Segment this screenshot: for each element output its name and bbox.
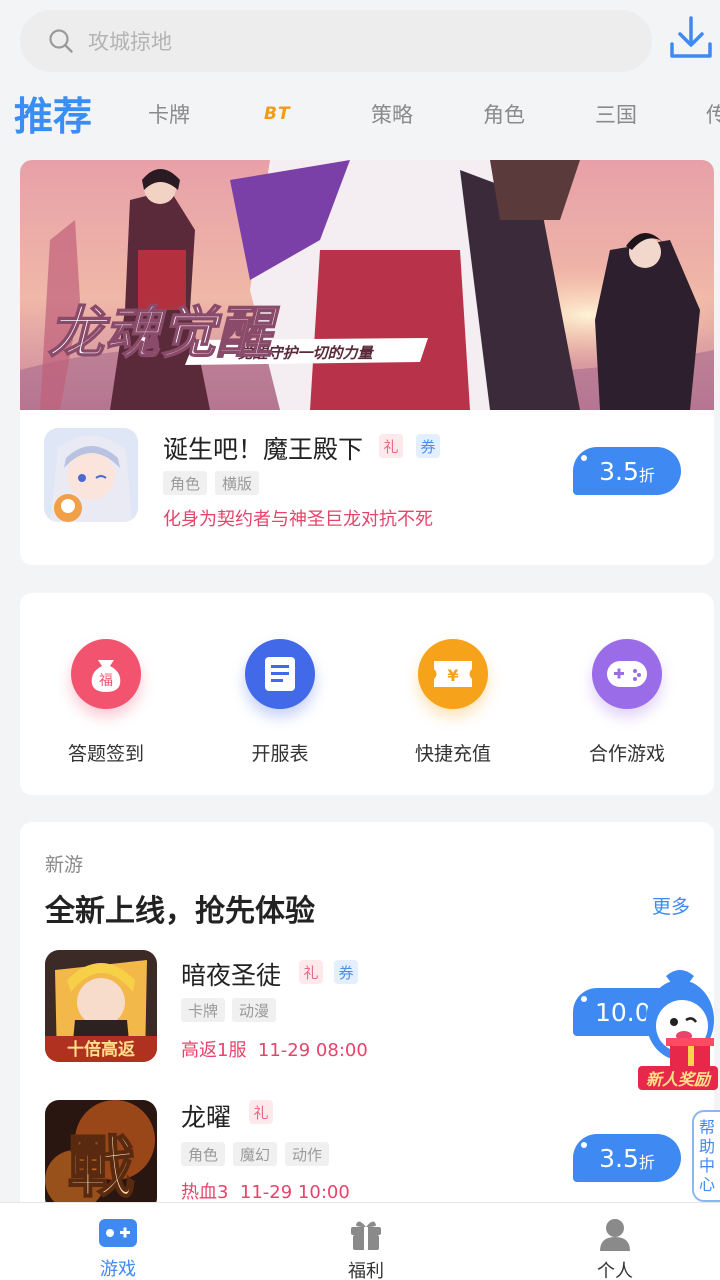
category-tabs: 推荐 卡牌 BT 策略 角色 三国 传 xyxy=(0,82,720,146)
gamepad-icon xyxy=(98,1217,138,1249)
section-tag: 新游 xyxy=(45,854,84,876)
search-bar[interactable]: 攻城掠地 xyxy=(20,10,652,72)
game-icon: 戰 xyxy=(45,1100,157,1212)
nav-games[interactable]: 游戏 xyxy=(58,1203,178,1280)
newbie-reward-float[interactable]: 新人奖励 xyxy=(636,968,720,1094)
tab-recommend[interactable]: 推荐 xyxy=(14,82,92,146)
document-list-icon xyxy=(245,639,315,709)
discount-button[interactable]: 3.5 折 xyxy=(573,447,681,495)
svg-text:福: 福 xyxy=(99,673,113,689)
nav-label: 游戏 xyxy=(100,1259,136,1280)
tab-legend[interactable]: 传 xyxy=(706,82,720,146)
nav-label: 福利 xyxy=(348,1261,384,1280)
game-icon: 十倍高返 xyxy=(45,950,157,1062)
qa-label: 开服表 xyxy=(251,743,309,765)
qa-server-list[interactable]: 开服表 xyxy=(210,639,350,766)
discount-value: 3.5 xyxy=(599,456,639,486)
qa-recharge[interactable]: ¥ 快捷充值 xyxy=(383,639,523,766)
help-center-float[interactable]: 帮助中心 xyxy=(692,1110,720,1202)
game-tag: 角色 xyxy=(163,471,208,495)
tab-strategy[interactable]: 策略 xyxy=(371,82,413,146)
game-tag: 动漫 xyxy=(232,998,277,1022)
download-icon[interactable] xyxy=(668,14,714,62)
open-server-info: 热血3 11-29 10:00 xyxy=(181,1178,350,1204)
qa-label: 快捷充值 xyxy=(414,743,491,765)
game-icon xyxy=(44,428,138,522)
qa-partner-games[interactable]: 合作游戏 xyxy=(557,639,697,766)
qa-label: 答题签到 xyxy=(67,743,144,765)
server-time: 11-29 08:00 xyxy=(257,1040,368,1061)
coupon-badge: 券 xyxy=(334,960,358,984)
dot-indicator xyxy=(581,1142,587,1148)
discount-unit: 折 xyxy=(638,466,655,485)
game-tag: 横版 xyxy=(215,471,260,495)
discount-value: 3.5 xyxy=(599,1143,639,1173)
tab-three-kingdoms[interactable]: 三国 xyxy=(595,82,637,146)
reward-label: 新人奖励 xyxy=(646,1070,712,1089)
icon-caption: 十倍高返 xyxy=(67,1039,135,1060)
lucky-bag-icon: 福 xyxy=(71,639,141,709)
game-title: 诞生吧！魔王殿下 xyxy=(163,435,364,464)
discount-unit: 折 xyxy=(638,1153,655,1172)
search-icon xyxy=(49,29,73,53)
game-tag: 动作 xyxy=(285,1142,330,1166)
game-title: 暗夜圣徒 xyxy=(181,961,282,990)
nav-profile[interactable]: 个人 xyxy=(555,1203,675,1280)
gamepad-icon xyxy=(592,639,662,709)
discount-button[interactable]: 3.5 折 xyxy=(573,1134,681,1182)
game-title: 龙曜 xyxy=(181,1103,232,1132)
coupon-badge: 券 xyxy=(416,434,440,458)
nav-label: 个人 xyxy=(597,1261,633,1280)
tab-card[interactable]: 卡牌 xyxy=(148,82,190,146)
qa-check-in[interactable]: 福 答题签到 xyxy=(36,639,176,766)
server-time: 11-29 10:00 xyxy=(239,1182,350,1203)
game-description: 化身为契约者与神圣巨龙对抗不死 xyxy=(163,509,433,530)
list-item[interactable]: 十倍高返 暗夜圣徒 礼 券 卡牌 动漫 高返1服 11-29 08:00 10.… xyxy=(20,944,714,1074)
svg-text:¥: ¥ xyxy=(447,666,458,685)
game-tag: 角色 xyxy=(181,1142,226,1166)
server-name: 热血3 xyxy=(181,1182,229,1203)
game-tag: 卡牌 xyxy=(181,998,226,1022)
open-server-info: 高返1服 11-29 08:00 xyxy=(181,1036,368,1062)
banner-title: 龙魂觉醒 xyxy=(48,301,280,366)
recharge-ticket-icon: ¥ xyxy=(418,639,488,709)
dot-indicator xyxy=(581,455,587,461)
tab-bt[interactable]: BT xyxy=(264,82,291,146)
section-title: 全新上线，抢先体验 xyxy=(45,894,315,929)
quick-actions-panel: 福 答题签到 开服表 ¥ 快捷充值 合作游戏 xyxy=(20,593,714,795)
gift-badge: 礼 xyxy=(249,1100,273,1124)
game-tag: 魔幻 xyxy=(233,1142,278,1166)
qa-label: 合作游戏 xyxy=(588,743,665,765)
gift-icon xyxy=(346,1217,386,1251)
user-icon xyxy=(595,1217,635,1251)
featured-banner-image[interactable]: 觉醒守护一切的力量 龙魂觉醒 xyxy=(20,160,714,410)
new-games-section: 新游 全新上线，抢先体验 更多 十倍高返 暗夜圣徒 礼 券 卡牌 动漫 高返1服… xyxy=(20,822,714,1222)
icon-caption: 戰 xyxy=(68,1128,134,1206)
search-input[interactable]: 攻城掠地 xyxy=(88,26,172,56)
more-link[interactable]: 更多 xyxy=(652,892,690,919)
server-name: 高返1服 xyxy=(181,1040,247,1061)
gift-badge: 礼 xyxy=(379,434,403,458)
gift-badge: 礼 xyxy=(299,960,323,984)
bottom-nav: 游戏 福利 个人 xyxy=(0,1202,720,1280)
nav-welfare[interactable]: 福利 xyxy=(306,1203,426,1280)
dot-indicator xyxy=(581,996,587,1002)
tab-role[interactable]: 角色 xyxy=(483,82,525,146)
